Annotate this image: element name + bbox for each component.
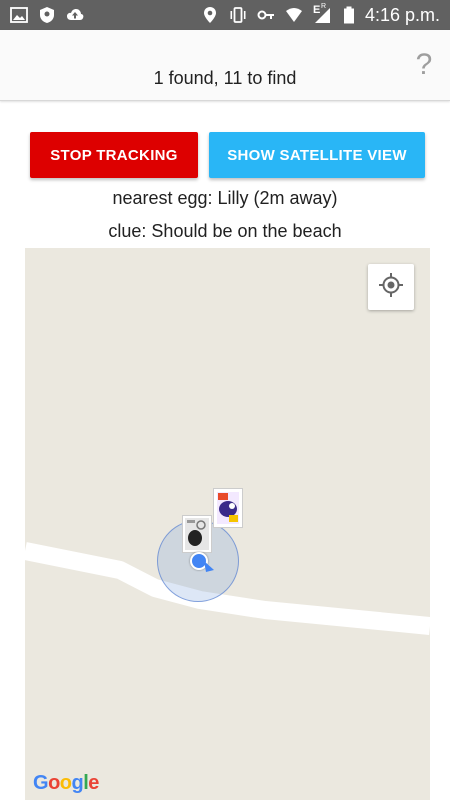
image-icon — [10, 6, 28, 24]
shield-icon — [38, 6, 56, 24]
status-bar: E R 4:16 p.m. — [0, 0, 450, 30]
app-bar: 1 found, 11 to find ? — [0, 30, 450, 101]
status-left-icons — [10, 6, 84, 24]
key-icon — [257, 6, 275, 24]
nearest-egg-text: nearest egg: Lilly (2m away) — [112, 188, 338, 208]
vibrate-icon — [229, 6, 247, 24]
help-icon[interactable]: ? — [412, 48, 436, 82]
signal-roaming-label: R — [320, 3, 327, 10]
wifi-icon — [285, 6, 303, 24]
chocolate-egg-wrapper-icon — [217, 492, 239, 524]
egg-marker-image[interactable] — [213, 488, 243, 528]
egg-marker-lilly[interactable] — [182, 515, 212, 553]
stop-tracking-button[interactable]: STOP TRACKING — [30, 132, 198, 178]
crosshair-icon — [378, 272, 404, 303]
status-right-icons: E R 4:16 p.m. — [201, 3, 440, 25]
signal-icon: E R — [312, 3, 333, 24]
signal-type-label: E — [312, 4, 321, 16]
battery-icon — [343, 6, 355, 24]
show-satellite-view-button[interactable]: SHOW SATELLITE VIEW — [209, 132, 425, 178]
progress-title: 1 found, 11 to find — [153, 68, 297, 88]
map-view[interactable]: Google — [25, 248, 430, 800]
location-icon — [201, 6, 219, 24]
my-location-button[interactable] — [368, 264, 414, 310]
egg-photo-icon — [185, 518, 209, 550]
status-time: 4:16 p.m. — [364, 5, 440, 25]
heading-arrow-icon — [204, 561, 214, 572]
google-logo: Google — [33, 772, 99, 794]
clue-text: clue: Should be on the beach — [108, 221, 342, 241]
cloud-upload-icon — [66, 6, 84, 24]
